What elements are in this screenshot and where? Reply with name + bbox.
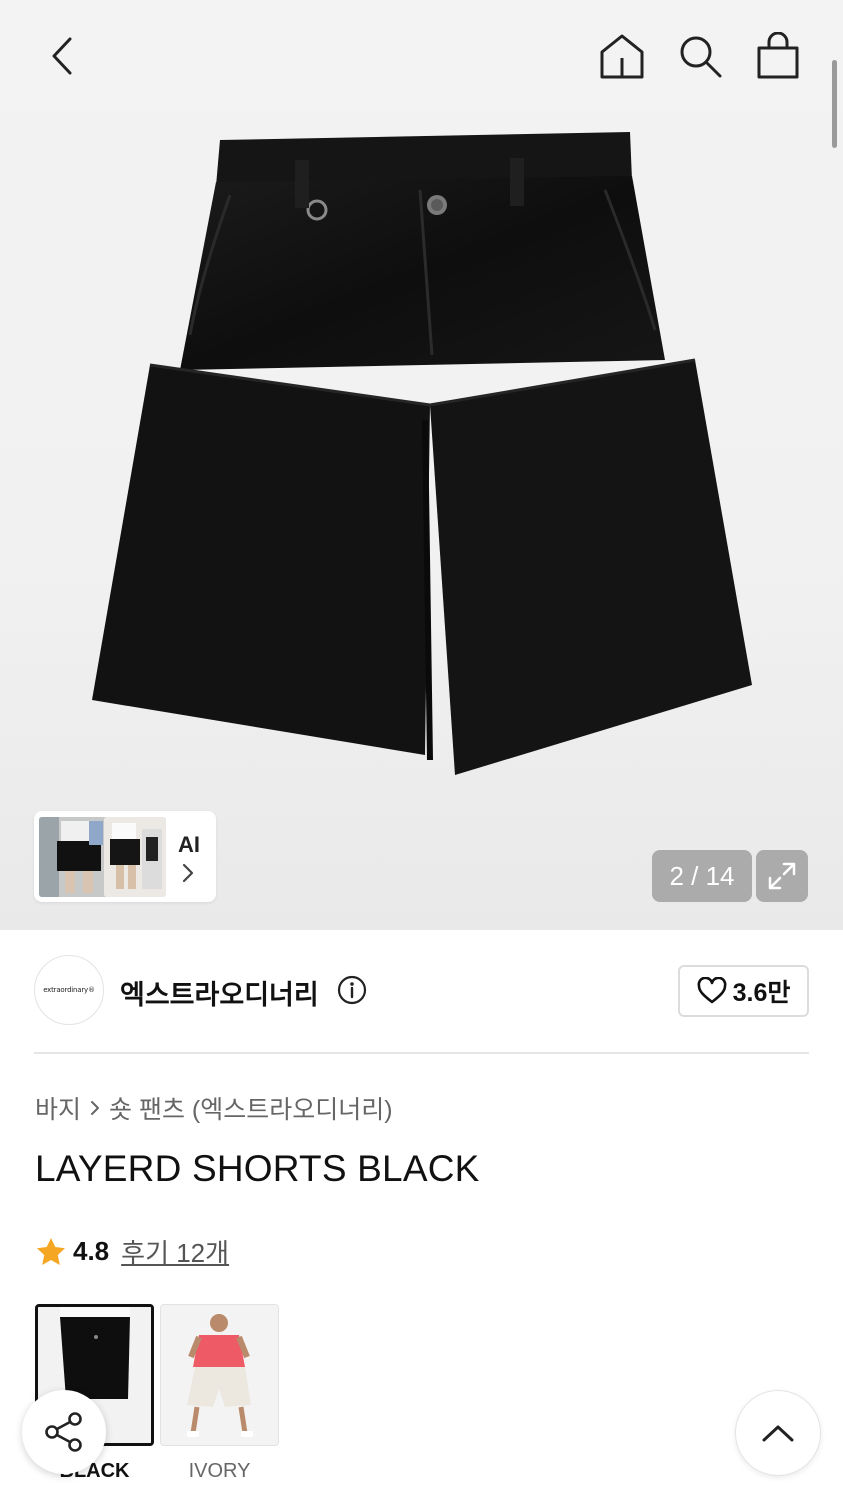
brand-name[interactable]: 엑스트라오디너리 [120,973,319,1012]
product-gallery[interactable]: AI 2 / 14 [0,0,843,930]
info-icon[interactable] [337,975,367,1005]
ai-thumbnail [39,817,111,897]
chevron-up-icon [762,1425,794,1442]
image-counter: 2 / 14 [652,850,752,902]
home-button[interactable] [596,30,648,82]
scroll-top-button[interactable] [735,1390,821,1476]
color-thumbnail [160,1304,279,1446]
scroll-indicator[interactable] [832,60,837,148]
like-count: 3.6만 [732,979,791,1007]
brand-logo[interactable]: extraordinary® [34,955,104,1025]
breadcrumb-subcategory[interactable]: 숏 팬츠 (엑스트라오디너리) [109,1090,393,1126]
home-icon [600,34,644,79]
shopping-bag-icon [757,32,799,79]
chevron-right-icon [91,1101,100,1115]
chevron-right-icon [182,863,194,883]
ai-thumbnail [104,817,166,897]
product-image [92,132,752,775]
heart-icon [697,977,727,1004]
star-icon [37,1237,65,1265]
breadcrumb: 바지 숏 팬츠 (엑스트라오디너리) [35,1090,393,1126]
expand-button[interactable] [756,850,808,902]
back-button[interactable] [38,32,86,80]
search-button[interactable] [674,30,726,82]
product-title: LAYERD SHORTS BLACK [35,1148,480,1189]
breadcrumb-category[interactable]: 바지 [35,1090,81,1126]
review-link[interactable]: 후기 12개 [121,1233,229,1270]
like-button[interactable]: 3.6만 [678,965,809,1017]
search-icon [680,36,722,78]
chevron-left-icon [52,37,72,75]
cart-button[interactable] [752,30,804,82]
color-name: IVORY [188,1460,251,1482]
share-icon [45,1412,82,1452]
rating-score: 4.8 [73,1236,110,1266]
color-option-ivory[interactable]: IVORY [160,1304,279,1483]
share-button[interactable] [22,1390,106,1474]
rating: 4.8 후기 12개 [35,1233,229,1270]
ai-label: AI [178,832,200,857]
expand-icon [768,862,796,890]
brand-row: extraordinary® 엑스트라오디너리 3.6만 [34,955,809,1027]
divider [34,1052,809,1054]
